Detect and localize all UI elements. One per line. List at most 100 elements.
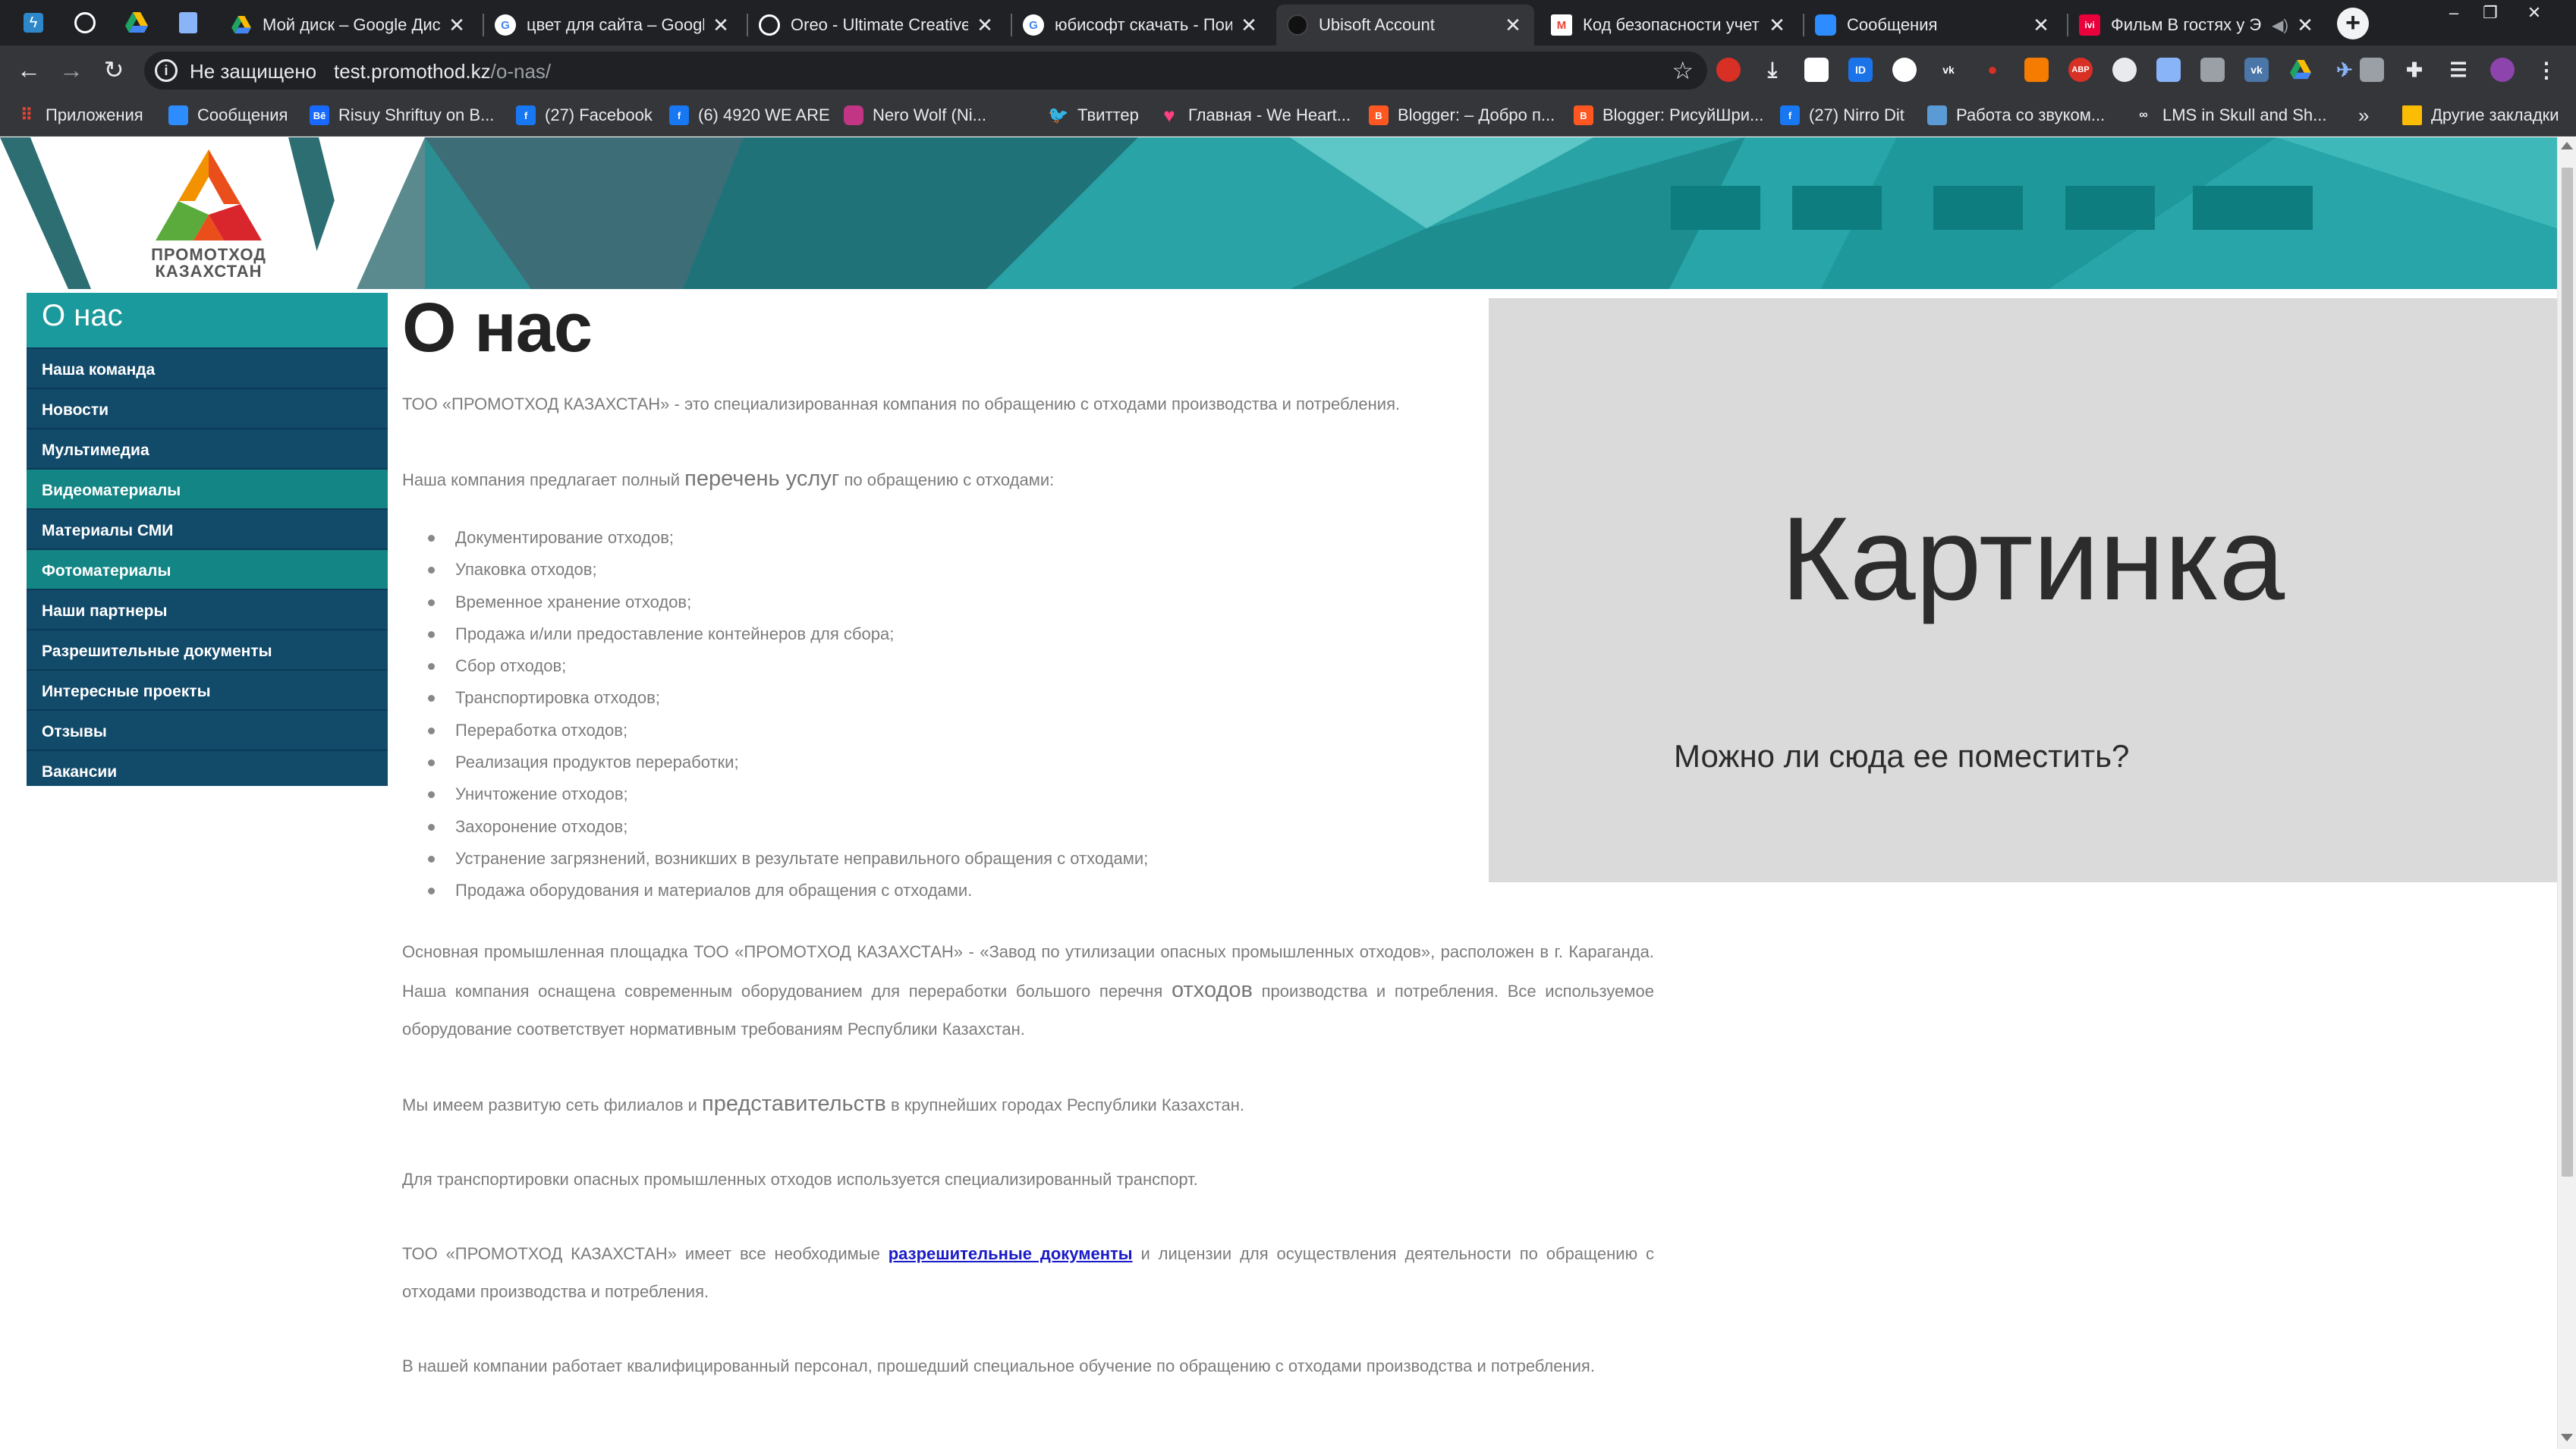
other-bookmarks[interactable]: Другие закладки [2402, 102, 2559, 129]
adblock-icon[interactable]: ABP [2068, 58, 2093, 82]
transport-paragraph: Для транспортировки опасных промышленных… [402, 1169, 1198, 1189]
permits-link[interactable]: разрешительные документы [889, 1244, 1133, 1263]
scrollbar-thumb[interactable] [2562, 168, 2573, 1177]
site-logo[interactable]: ПРОМОТХОД КАЗАХСТАН [148, 149, 269, 286]
bookmark-item[interactable]: 🐦 Твиттер [1048, 102, 1139, 129]
tab[interactable]: G юбисофт скачать - Пои ✕ [1012, 5, 1270, 46]
bookmark-item[interactable]: f (6) 4920 WE ARE [669, 102, 830, 129]
pinned-tab-app[interactable]: ϟ [17, 6, 50, 39]
forward-button[interactable]: → [53, 52, 90, 88]
tab[interactable]: Сообщения ✕ [1804, 5, 2062, 46]
sidebar-item-media[interactable]: Материалы СМИ [27, 508, 388, 548]
site-header-banner: ПРОМОТХОД КАЗАХСТАН [0, 137, 2557, 289]
bookmark-item[interactable]: B Blogger: – Добро п... [1369, 102, 1555, 129]
tab-active[interactable]: Ubisoft Account ✕ [1276, 5, 1534, 46]
extension-icon[interactable] [1716, 58, 1741, 82]
sidebar-item-projects[interactable]: Интересные проекты [27, 669, 388, 709]
bookmark-item[interactable]: Работа со звуком... [1927, 102, 2105, 129]
bookmark-item[interactable]: f (27) Nirro Dit [1780, 102, 1904, 129]
top-nav-button[interactable] [2193, 186, 2313, 230]
top-nav-button[interactable] [2065, 186, 2155, 230]
new-tab-button[interactable]: + [2337, 8, 2369, 39]
close-icon[interactable]: ✕ [710, 14, 731, 37]
sidebar-item-video[interactable]: Видеоматериалы [27, 468, 388, 508]
top-nav-button[interactable] [1671, 186, 1760, 230]
menu-kebab-icon[interactable]: ⋮ [2534, 58, 2559, 82]
close-icon[interactable]: ✕ [1238, 14, 1260, 37]
extension-icon[interactable] [1804, 58, 1829, 82]
top-nav-button[interactable] [1933, 186, 2023, 230]
sidebar-item-photo[interactable]: Фотоматериалы [27, 548, 388, 589]
back-button[interactable]: ← [11, 52, 47, 88]
bookmark-item[interactable]: f (27) Facebook [516, 102, 653, 129]
restore-button[interactable]: ❐ [2475, 2, 2505, 27]
sidebar-item-multimedia[interactable]: Мультимедиа [27, 428, 388, 468]
tab-title: Фильм В гостях у Э [2111, 15, 2262, 34]
google-drive-icon[interactable] [2288, 58, 2313, 82]
tab-title: Oreo - Ultimate Creative [791, 15, 968, 34]
sidebar-item-reviews[interactable]: Отзывы [27, 709, 388, 750]
extension-icon[interactable] [2156, 58, 2181, 82]
bookmark-apps[interactable]: ⠿ Приложения [17, 102, 143, 129]
reading-list-icon[interactable]: ☰ [2446, 58, 2471, 82]
scroll-down-arrow-icon[interactable] [2561, 1434, 2573, 1441]
minimize-button[interactable]: – [2439, 2, 2469, 27]
puzzle-icon[interactable]: ✚ [2402, 58, 2427, 82]
bookmark-item[interactable]: Сообщения [168, 102, 288, 129]
bookmark-item[interactable]: ♥ Главная - We Heart... [1159, 102, 1351, 129]
vk-icon[interactable]: vk [2244, 58, 2269, 82]
close-icon[interactable]: ✕ [2294, 14, 2316, 37]
pinned-tab-docs[interactable] [171, 6, 205, 39]
sidebar-item-team[interactable]: Наша команда [27, 347, 388, 388]
info-icon[interactable]: i [155, 59, 178, 82]
extension-icon[interactable]: ID [1848, 58, 1873, 82]
sidebar-item-permits[interactable]: Разрешительные документы [27, 629, 388, 669]
extension-icon[interactable] [2360, 58, 2384, 82]
bookmark-item[interactable]: Bē Risuy Shriftuy on B... [310, 102, 494, 129]
extension-icon[interactable] [2200, 58, 2225, 82]
vertical-scrollbar[interactable] [2557, 137, 2576, 1449]
tab[interactable]: Oreo - Ultimate Creative ✕ [748, 5, 1006, 46]
close-icon[interactable]: ✕ [1766, 14, 1788, 37]
bookmark-item[interactable]: B Blogger: РисуйШри... [1574, 102, 1763, 129]
bookmark-star-icon[interactable]: ☆ [1672, 56, 1694, 85]
tab[interactable]: M Код безопасности учет ✕ [1540, 5, 1798, 46]
reload-button[interactable]: ↻ [96, 52, 132, 88]
extension-icon[interactable] [2024, 58, 2049, 82]
extension-icon[interactable]: ✈ [2332, 58, 2357, 82]
tab[interactable]: Мой диск – Google Диск ✕ [220, 5, 478, 46]
intro-paragraph: ТОО «ПРОМОТХОД КАЗАХСТАН» - это специали… [402, 394, 1401, 413]
speaker-icon[interactable]: ◀) [2272, 16, 2288, 35]
sidebar-item-partners[interactable]: Наши партнеры [27, 589, 388, 629]
close-icon[interactable]: ✕ [2030, 14, 2052, 37]
twitter-icon: 🐦 [1048, 105, 1069, 124]
cloud-icon[interactable] [1892, 58, 1917, 82]
address-bar[interactable]: i Не защищено test.promothod.kz/o-nas/ ☆ [144, 52, 1707, 90]
extension-icon[interactable]: ● [1980, 58, 2005, 82]
bookmark-item[interactable]: ∞ LMS in Skull and Sh... [2134, 102, 2326, 129]
scroll-up-arrow-icon[interactable] [2561, 142, 2573, 149]
top-nav-button[interactable] [1792, 186, 1882, 230]
pinned-tab-whatsapp[interactable] [68, 6, 102, 39]
tab[interactable]: ivi Фильм В гостях у Э ◀) ✕ [2068, 5, 2326, 46]
download-icon[interactable]: ⤓ [1760, 58, 1785, 82]
profile-avatar-icon[interactable] [2490, 58, 2515, 82]
close-window-button[interactable]: ✕ [2519, 2, 2549, 27]
sidebar-item-vacancies[interactable]: Вакансии [27, 750, 388, 790]
bookmark-item[interactable]: Nero Wolf (Ni... [844, 102, 986, 129]
vk-icon[interactable]: vk [1936, 58, 1961, 82]
sidebar-item-news[interactable]: Новости [27, 388, 388, 428]
tab[interactable]: G цвет для сайта – Google ✕ [484, 5, 742, 46]
close-icon[interactable]: ✕ [1502, 14, 1524, 37]
blogger-icon: B [1574, 105, 1593, 125]
close-icon[interactable]: ✕ [974, 14, 995, 37]
extension-icon[interactable] [2112, 58, 2137, 82]
bookmarks-bar: ⠿ Приложения Сообщения Bē Risuy Shriftuy o… [0, 94, 2576, 137]
whatsapp-icon [74, 12, 96, 33]
close-icon[interactable]: ✕ [446, 14, 467, 37]
list-item: Временное хранение отходов; [402, 586, 1654, 618]
google-drive-icon [125, 12, 148, 33]
bookmarks-overflow-button[interactable]: » [2358, 102, 2369, 129]
offer-paragraph: Наша компания предлагает полный перечень… [402, 467, 1055, 491]
pinned-tab-drive[interactable] [120, 6, 153, 39]
